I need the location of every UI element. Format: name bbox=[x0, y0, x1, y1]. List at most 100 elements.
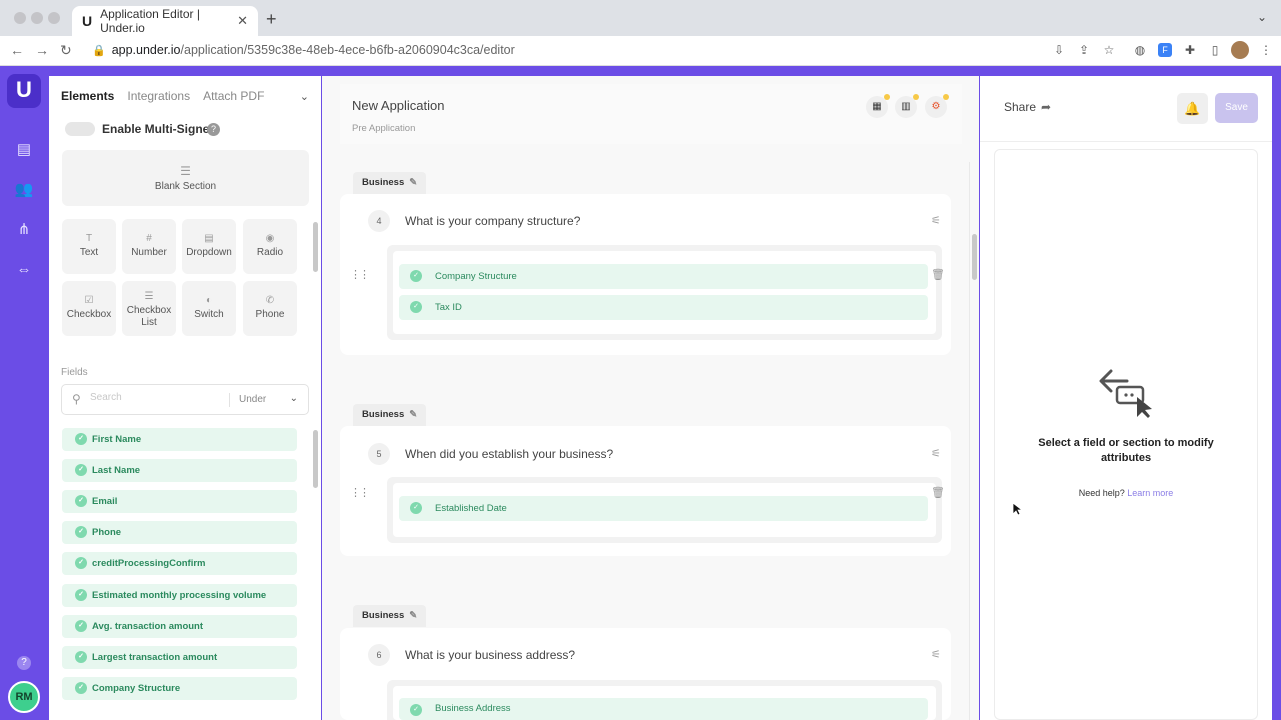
browser-tab[interactable]: U Application Editor | Under.io ✕ bbox=[72, 6, 258, 36]
back-arrow-icon[interactable]: ← bbox=[10, 42, 24, 58]
tab-search-chevron-icon[interactable]: ⌄ bbox=[1257, 10, 1267, 24]
field-item[interactable]: ✓ Avg. transaction amount bbox=[62, 615, 297, 638]
save-button[interactable]: Save bbox=[1215, 93, 1258, 123]
question-card[interactable]: 4 What is your company structure? ⚟ ✓ Com… bbox=[340, 194, 951, 355]
element-switch[interactable]: ◐ Switch bbox=[182, 281, 236, 336]
question-text[interactable]: When did you establish your business? bbox=[405, 447, 613, 461]
document-icon[interactable]: ▤ bbox=[14, 140, 34, 160]
element-checkbox[interactable]: ☑ Checkbox bbox=[62, 281, 116, 336]
multi-signer-help-icon[interactable]: ? bbox=[207, 123, 220, 136]
extension-icon[interactable]: ◍ bbox=[1133, 43, 1147, 57]
url-field[interactable]: 🔒 app.under.io/application/5359c38e-48eb-… bbox=[92, 43, 515, 57]
field-item[interactable]: ✓ Company Structure bbox=[62, 677, 297, 700]
drag-handle-icon[interactable]: ⋮⋮ bbox=[350, 268, 370, 281]
element-text[interactable]: T Text bbox=[62, 219, 116, 274]
question-field[interactable]: ✓ Established Date bbox=[399, 496, 928, 521]
share-button[interactable]: Share ➦ bbox=[1004, 100, 1051, 114]
element-phone[interactable]: ✆ Phone bbox=[243, 281, 297, 336]
zoom-window-button[interactable] bbox=[48, 12, 60, 24]
divider bbox=[229, 393, 230, 407]
question-card[interactable]: 5 When did you establish your business? … bbox=[340, 426, 951, 556]
divider bbox=[980, 141, 1272, 142]
new-tab-icon[interactable]: + bbox=[266, 9, 277, 30]
field-item[interactable]: ✓ Email bbox=[62, 490, 297, 513]
tab-elements[interactable]: Elements bbox=[61, 89, 114, 103]
question-card[interactable]: 6 What is your business address? ⚟ ✓ Busi… bbox=[340, 628, 951, 720]
search-input[interactable] bbox=[90, 392, 220, 403]
user-avatar[interactable]: RM bbox=[8, 681, 40, 713]
fields-scrollbar[interactable] bbox=[313, 430, 318, 488]
close-tab-icon[interactable]: ✕ bbox=[237, 13, 248, 29]
dropdown-icon: ▤ bbox=[204, 233, 214, 244]
share-page-icon[interactable]: ⇪ bbox=[1077, 43, 1091, 57]
url-path: /application/5359c38e-48eb-4ece-b6fb-a20… bbox=[180, 43, 515, 57]
chevron-down-icon[interactable]: ⌄ bbox=[290, 393, 298, 404]
question-field-label: Business Address bbox=[435, 703, 511, 714]
field-item[interactable]: ✓ Estimated monthly processing volume bbox=[62, 584, 297, 607]
question-field[interactable]: ✓ Tax ID bbox=[399, 295, 928, 320]
users-icon[interactable]: 👥 bbox=[14, 180, 34, 200]
question-text[interactable]: What is your business address? bbox=[405, 648, 575, 662]
settings-sliders-icon[interactable]: ⚟ bbox=[931, 214, 941, 227]
app-shell: U ▤ 👥 ⋔ ⇔ ? RM Elements Integrations Att… bbox=[0, 66, 1281, 720]
browser-menu-icon[interactable]: ⋮ bbox=[1259, 43, 1273, 57]
search-icon: ⚲ bbox=[72, 392, 81, 406]
field-item[interactable]: ✓ Largest transaction amount bbox=[62, 646, 297, 669]
collapse-chevron-icon[interactable]: ⌄ bbox=[300, 90, 309, 103]
puzzle-extensions-icon[interactable]: ✚ bbox=[1183, 43, 1197, 57]
drag-handle-icon[interactable]: ⋮⋮ bbox=[350, 486, 370, 499]
edit-pencil-icon[interactable]: ✎ bbox=[409, 610, 417, 621]
integration-store-icon[interactable]: ▥ bbox=[895, 94, 919, 118]
trash-icon[interactable]: 🗑 bbox=[931, 486, 945, 499]
application-header: New Application Pre Application ▦ ▥ ⚙ bbox=[340, 84, 962, 144]
field-item[interactable]: ✓ First Name bbox=[62, 428, 297, 451]
reload-icon[interactable]: ↻ bbox=[60, 42, 72, 59]
extension-f-icon[interactable]: F bbox=[1158, 43, 1172, 57]
hubspot-icon[interactable]: ⚙ bbox=[925, 94, 949, 118]
edit-pencil-icon[interactable]: ✎ bbox=[409, 409, 417, 420]
integration-grid-icon[interactable]: ▦ bbox=[866, 94, 890, 118]
question-text[interactable]: What is your company structure? bbox=[405, 214, 580, 228]
minimize-window-button[interactable] bbox=[31, 12, 43, 24]
arrows-horizontal-icon[interactable]: ⇔ bbox=[14, 260, 34, 280]
field-item[interactable]: ✓ Phone bbox=[62, 521, 297, 544]
question-field[interactable]: ✓ Company Structure bbox=[399, 264, 928, 289]
share-nodes-icon[interactable]: ⋔ bbox=[14, 220, 34, 240]
blank-section-button[interactable]: ☰ Blank Section bbox=[62, 150, 309, 206]
source-select[interactable]: Under bbox=[239, 394, 266, 405]
section-tag[interactable]: Business ✎ bbox=[353, 404, 427, 426]
section-tag[interactable]: Business ✎ bbox=[353, 605, 427, 627]
elements-scrollbar[interactable] bbox=[313, 222, 318, 272]
bookmark-star-icon[interactable]: ☆ bbox=[1102, 43, 1116, 57]
check-icon: ✓ bbox=[410, 301, 422, 313]
element-radio[interactable]: ◉ Radio bbox=[243, 219, 297, 274]
element-checkbox-list[interactable]: ☰ Checkbox List bbox=[122, 281, 176, 336]
profile-avatar[interactable] bbox=[1231, 41, 1249, 59]
bell-icon[interactable]: 🔔 bbox=[1177, 93, 1208, 124]
settings-sliders-icon[interactable]: ⚟ bbox=[931, 447, 941, 460]
help-icon[interactable]: ? bbox=[17, 656, 31, 670]
close-window-button[interactable] bbox=[14, 12, 26, 24]
section-tag[interactable]: Business ✎ bbox=[353, 172, 427, 194]
multi-signer-toggle[interactable] bbox=[65, 122, 95, 136]
tab-integrations[interactable]: Integrations bbox=[127, 89, 190, 103]
application-title[interactable]: New Application bbox=[352, 98, 445, 113]
tab-attach-pdf[interactable]: Attach PDF bbox=[203, 89, 264, 103]
field-item[interactable]: ✓ creditProcessingConfirm bbox=[62, 552, 297, 575]
field-item[interactable]: ✓ Last Name bbox=[62, 459, 297, 482]
edit-pencil-icon[interactable]: ✎ bbox=[409, 177, 417, 188]
field-label: Email bbox=[92, 496, 118, 507]
learn-more-link[interactable]: Learn more bbox=[1127, 488, 1173, 498]
forward-arrow-icon[interactable]: → bbox=[35, 42, 49, 58]
install-app-icon[interactable]: ⇩ bbox=[1052, 43, 1066, 57]
trash-icon[interactable]: 🗑 bbox=[931, 268, 945, 281]
element-number[interactable]: # Number bbox=[122, 219, 176, 274]
settings-sliders-icon[interactable]: ⚟ bbox=[931, 648, 941, 661]
canvas-scrollbar[interactable] bbox=[972, 234, 977, 280]
element-dropdown[interactable]: ▤ Dropdown bbox=[182, 219, 236, 274]
question-field[interactable]: ✓ Business Address bbox=[399, 698, 928, 720]
text-icon: T bbox=[85, 233, 93, 244]
side-panel-icon[interactable]: ▯ bbox=[1208, 43, 1222, 57]
status-dot bbox=[884, 94, 890, 100]
under-logo[interactable]: U bbox=[7, 74, 41, 108]
